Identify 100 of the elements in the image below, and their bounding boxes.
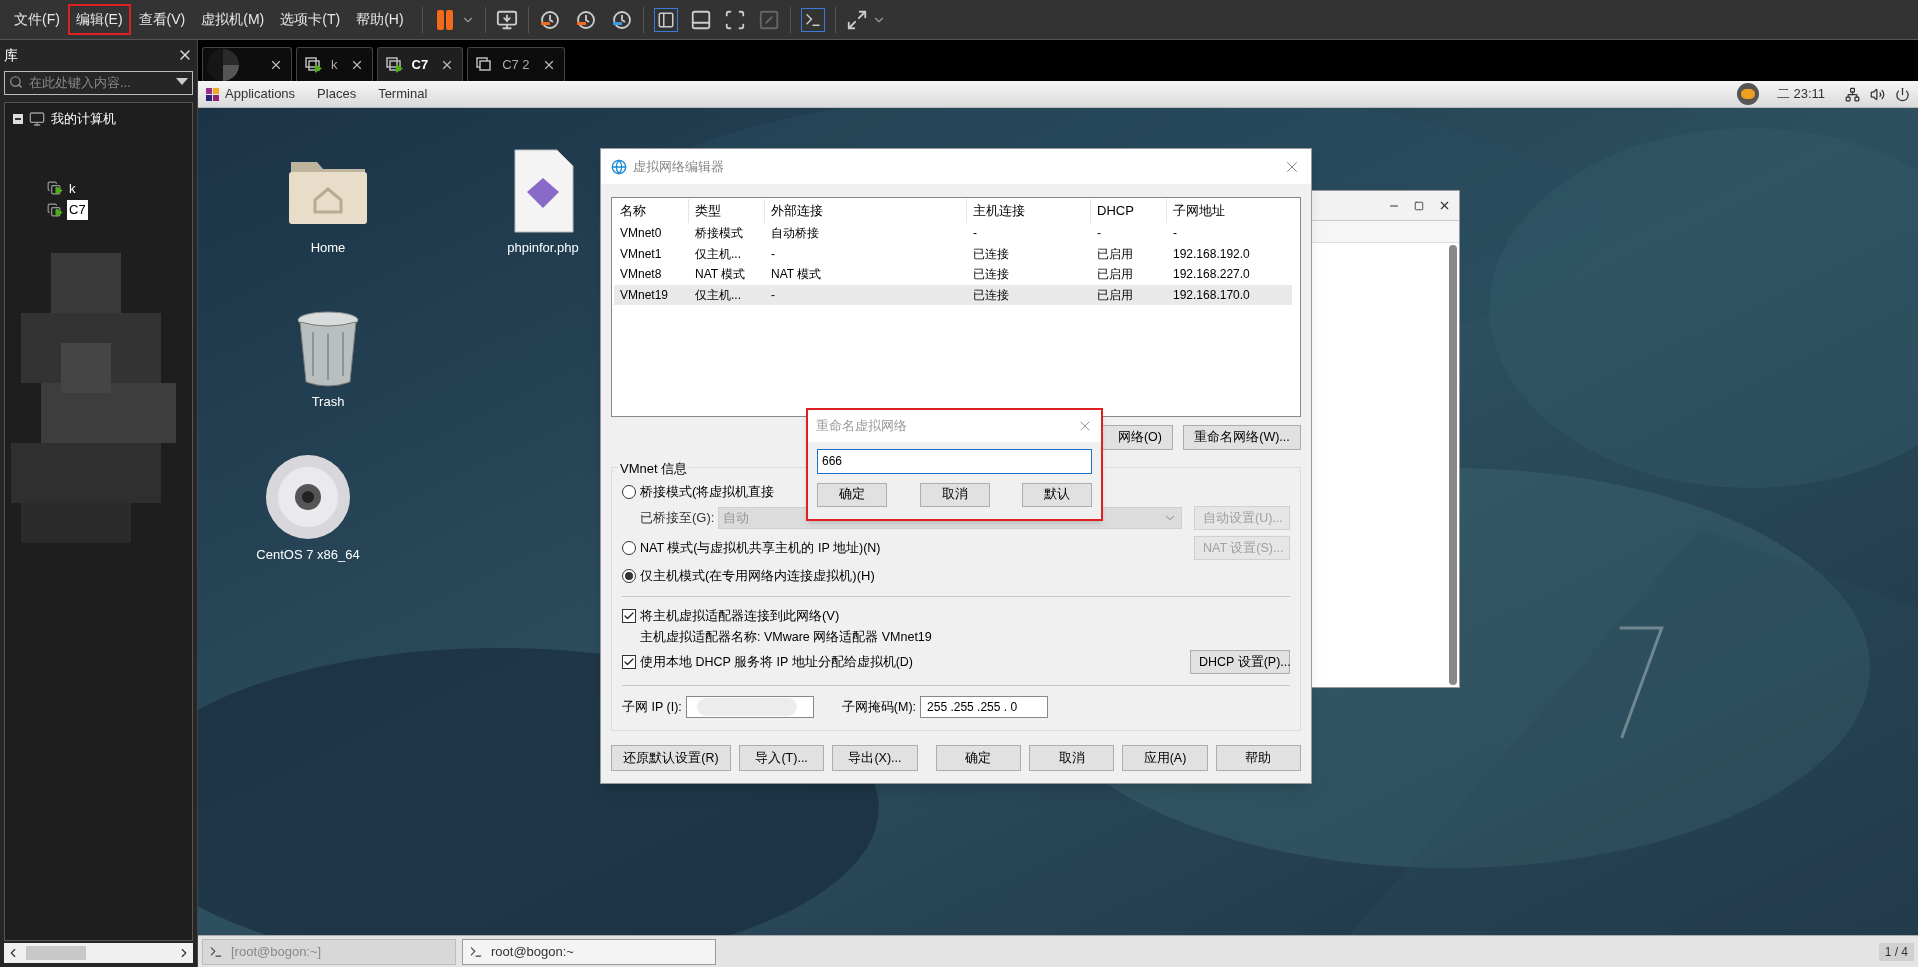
button[interactable]: 默认 [1022, 482, 1092, 507]
subnet-mask-field[interactable]: 255 .255 .255 . 0 [920, 696, 1049, 718]
table-cell-text: - [1172, 225, 1178, 243]
disc-icon [264, 453, 352, 541]
table-cell-text: 已启用 [1096, 266, 1134, 284]
thumbnail-view-icon[interactable] [689, 8, 712, 31]
button[interactable]: 还原默认设置(R) [611, 745, 731, 771]
subnet-ip-field[interactable] [685, 696, 814, 718]
horizontal-scrollbar[interactable] [4, 943, 193, 963]
vm-tab[interactable]: C7 [376, 47, 464, 81]
power-icon[interactable] [1895, 86, 1910, 102]
terminal-icon [469, 944, 483, 959]
checkbox-label[interactable]: 将主机虚拟适配器连接到此网络(V) [640, 606, 840, 626]
close-icon[interactable] [1438, 199, 1451, 212]
dropdown-arrow-icon[interactable] [176, 78, 188, 86]
radio-button[interactable] [622, 541, 636, 555]
desktop-icon-label[interactable]: Home [310, 238, 346, 258]
tab-label: C7 [411, 55, 430, 74]
apps-logo-icon [206, 87, 219, 101]
button[interactable]: 帮助 [1215, 745, 1301, 771]
user-avatar-icon[interactable] [1736, 83, 1759, 105]
file-icon [511, 148, 575, 234]
stretch-button[interactable] [845, 8, 886, 31]
library-view-icon[interactable] [653, 7, 678, 32]
column-header[interactable]: 类型 [689, 199, 765, 223]
taskbar-item[interactable]: root@bogon:~ [462, 938, 716, 965]
tree-item[interactable]: k [67, 178, 78, 198]
console-icon[interactable] [800, 7, 825, 32]
snapshot-clock-icon[interactable] [574, 8, 597, 31]
button[interactable]: DHCP 设置(P)... [1190, 650, 1290, 674]
button[interactable]: 应用(A) [1122, 745, 1208, 771]
dialog-title: 重命名虚拟网络 [816, 417, 908, 436]
desktop-icon-label[interactable]: phpinfor.php [507, 238, 579, 258]
table-cell-text: 已连接 [972, 245, 1010, 263]
button[interactable]: 确定 [817, 482, 887, 507]
radio-button[interactable] [622, 569, 636, 583]
button[interactable]: 导入(T)... [739, 745, 825, 771]
network-icon[interactable] [1845, 86, 1860, 102]
library-title: 库 [4, 45, 18, 65]
button[interactable]: 取消 [919, 482, 990, 507]
button[interactable]: 确定 [935, 745, 1021, 771]
tree-item[interactable]: 我的计算机 [51, 109, 116, 129]
table-row[interactable]: VMnet1 仅主机... - 已连接 已启用 192.168.192.0 [614, 243, 1292, 264]
table-row[interactable]: VMnet8 NAT 模式 NAT 模式 已连接 已启用 192.168.227.0 [614, 264, 1292, 285]
guest-menu[interactable]: Applications [225, 84, 296, 104]
table-cell-text: 已启用 [1096, 245, 1134, 263]
checkbox-label[interactable]: 使用本地 DHCP 服务将 IP 地址分配给虚拟机(D) [640, 652, 1186, 672]
table-cell-text: 192.168.170.0 [1172, 286, 1251, 304]
button[interactable]: 取消 [1028, 745, 1115, 771]
radio-label[interactable]: 仅主机模式(在专用网络内连接虚拟机)(H) [640, 566, 875, 586]
column-header[interactable]: 外部连接 [765, 199, 967, 223]
table-cell-text: 自动桥接 [770, 225, 820, 243]
column-header[interactable]: 子网地址 [1167, 199, 1292, 223]
guest-menu[interactable]: Places [317, 84, 357, 104]
tree-item[interactable]: C7 [67, 200, 88, 220]
column-header[interactable]: 主机连接 [967, 199, 1091, 223]
adapter-name-text: 主机虚拟适配器名称: VMware 网络适配器 VMnet19 [640, 628, 932, 646]
table-cell-text: 已连接 [972, 286, 1010, 304]
radio-label[interactable]: NAT 模式(与虚拟机共享主机的 IP 地址)(N) [640, 538, 1190, 558]
menu-item[interactable]: 文件(F) [6, 4, 68, 35]
button[interactable]: 导出(X)... [832, 745, 918, 771]
name-input-field[interactable]: 666 [817, 448, 1092, 474]
button[interactable]: 重命名网络(W)... [1183, 425, 1301, 450]
vm-running-icon [47, 181, 63, 196]
checkbox[interactable] [622, 609, 636, 623]
table-row[interactable]: VMnet0 桥接模式 自动桥接 - - - [614, 223, 1292, 244]
column-header[interactable]: DHCP [1091, 199, 1167, 223]
search-field[interactable]: 在此处键入内容... [4, 70, 193, 95]
snapshot-clock-icon[interactable] [610, 8, 633, 31]
collapse-toggle[interactable] [13, 113, 23, 124]
checkbox[interactable] [622, 655, 636, 669]
maximize-icon[interactable] [1414, 200, 1424, 211]
vertical-scrollbar[interactable] [1449, 245, 1457, 685]
menu-item[interactable]: 查看(V) [130, 4, 194, 35]
vm-tab[interactable]: C7 2 [467, 47, 565, 81]
table-row[interactable]: VMnet19 仅主机... - 已连接 已启用 192.168.170.0 [614, 284, 1292, 305]
clock[interactable]: 二 23:11 [1776, 84, 1825, 104]
workspace-indicator[interactable]: 1 / 4 [1878, 942, 1914, 961]
guest-menu[interactable]: Terminal [378, 84, 428, 104]
table-cell-text: 已连接 [972, 266, 1010, 284]
desktop-icon-label[interactable]: Trash [311, 392, 345, 412]
volume-icon[interactable] [1870, 86, 1885, 102]
send-keys-icon[interactable] [495, 8, 518, 31]
radio-label[interactable]: 桥接模式(将虚拟机直接 [640, 482, 775, 502]
menu-item[interactable]: 编辑(E) [67, 4, 131, 35]
menu-item[interactable]: 虚拟机(M) [193, 4, 273, 35]
menu-item[interactable]: 帮助(H) [348, 4, 412, 35]
table-cell-text: VMnet1 [619, 245, 663, 263]
vm-tab[interactable]: k [296, 47, 373, 81]
column-header[interactable]: 名称 [614, 199, 689, 223]
stretch-icon[interactable] [845, 8, 868, 31]
table-cell-text: - [972, 225, 978, 243]
field-label: 子网掩码(M): [841, 698, 917, 716]
radio-button[interactable] [622, 485, 636, 499]
menu-item[interactable]: 选项卡(T) [272, 4, 349, 35]
field-label: 已桥接至(G): [640, 509, 715, 528]
snapshot-clock-icon[interactable] [538, 8, 561, 31]
desktop-icon-label[interactable]: CentOS 7 x86_64 [256, 545, 360, 565]
tab-label: k [331, 55, 339, 74]
fullscreen-icon[interactable] [723, 8, 746, 31]
